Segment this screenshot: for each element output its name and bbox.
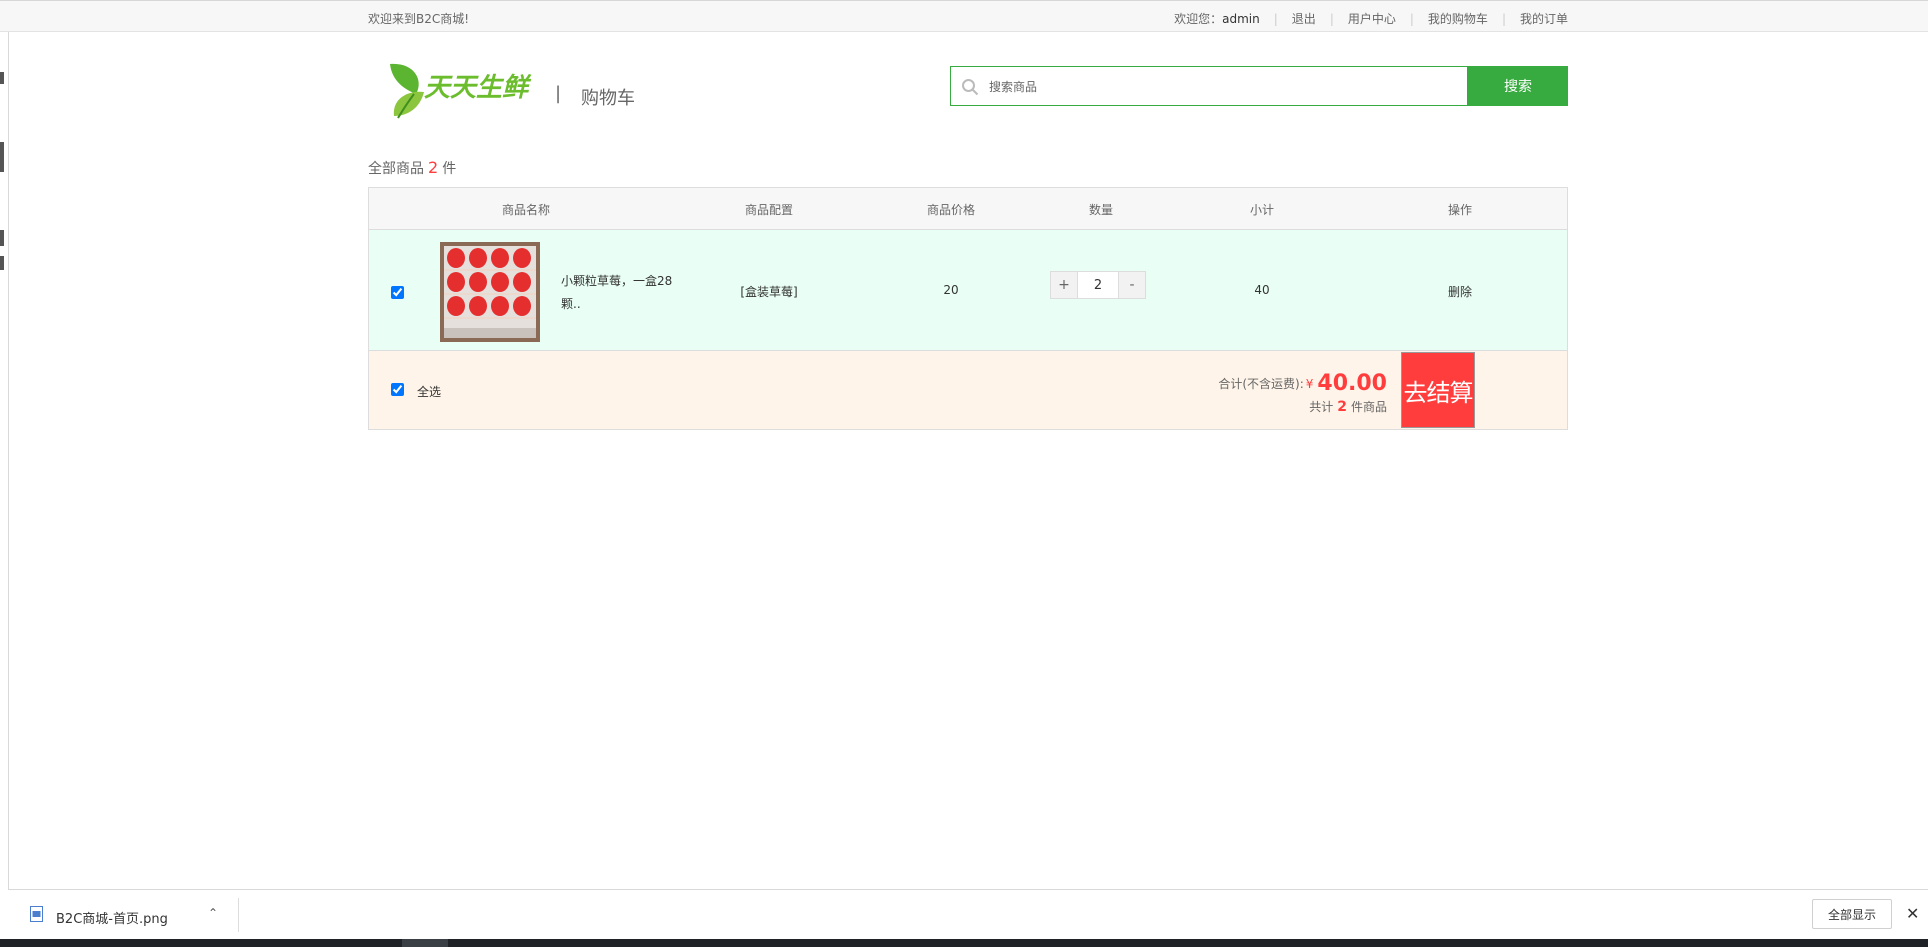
- header-separator: |: [555, 83, 562, 104]
- taskbar: [0, 939, 1928, 947]
- logo-text: 天天生鲜: [424, 73, 532, 103]
- total-summary: 合计(不含运费): ¥40.00: [1218, 371, 1387, 396]
- search-button[interactable]: 搜索: [1468, 66, 1568, 106]
- total-amount: 40.00: [1317, 371, 1387, 396]
- product-thumbnail[interactable]: [440, 242, 540, 342]
- product-price: 20: [943, 283, 959, 297]
- cart-count: 全部商品 2 件: [368, 158, 457, 177]
- product-subtotal: 40: [1254, 283, 1270, 297]
- column-header-name: 商品名称: [501, 203, 551, 217]
- greeting-label: 欢迎您：: [1174, 12, 1223, 26]
- item-checkbox[interactable]: [391, 286, 404, 299]
- search-input[interactable]: [987, 75, 1451, 99]
- table-row: 小颗粒草莓，一盒28颗.. [盒装草莓] 20 + 2 - 40 删除: [369, 230, 1567, 351]
- chevron-up-icon[interactable]: ⌃: [208, 906, 218, 920]
- user-center-link[interactable]: 用户中心: [1348, 10, 1396, 27]
- my-orders-link[interactable]: 我的订单: [1520, 10, 1568, 27]
- top-links: 欢迎您： admin | 退出 | 用户中心 | 我的购物车 | 我的订单: [1174, 10, 1568, 27]
- column-header-price: 商品价格: [926, 203, 976, 217]
- table-header: 商品名称 商品配置 商品价格 数量 小计 操作: [369, 188, 1567, 230]
- cart-count-number: 2: [428, 158, 439, 177]
- close-icon[interactable]: ✕: [1906, 904, 1919, 923]
- top-bar: 欢迎来到B2C商城! 欢迎您： admin | 退出 | 用户中心 | 我的购物…: [0, 0, 1928, 32]
- product-config: [盒装草莓]: [740, 285, 798, 299]
- download-bar: B2C商城-首页.png ⌃ 全部显示 ✕: [8, 889, 1928, 939]
- logout-link[interactable]: 退出: [1292, 10, 1316, 27]
- qty-increase-button[interactable]: +: [1050, 271, 1078, 299]
- cart-table: 商品名称 商品配置 商品价格 数量 小计 操作 小颗粒草莓，一盒28颗.. [盒…: [368, 187, 1568, 430]
- column-header-action: 操作: [1447, 203, 1473, 217]
- show-all-button[interactable]: 全部显示: [1812, 899, 1892, 929]
- currency-symbol: ¥: [1305, 377, 1314, 391]
- select-all-label[interactable]: 全选: [417, 383, 441, 400]
- checkout-button[interactable]: 去结算: [1401, 352, 1475, 428]
- image-file-icon: [30, 906, 43, 922]
- delete-link[interactable]: 删除: [1448, 283, 1472, 300]
- qty-decrease-button[interactable]: -: [1118, 271, 1146, 299]
- column-header-subtotal: 小计: [1249, 203, 1275, 217]
- left-window-edge: [0, 0, 9, 890]
- quantity-stepper: + 2 -: [1050, 271, 1146, 299]
- total-count-number: 2: [1337, 399, 1347, 415]
- qty-input[interactable]: 2: [1078, 271, 1118, 299]
- page-title: 购物车: [581, 88, 635, 109]
- cart-footer: 全选 合计(不含运费): ¥40.00 共计 2 件商品 去结算: [369, 351, 1567, 429]
- search-icon: [962, 79, 979, 96]
- column-header-qty: 数量: [1088, 203, 1114, 217]
- product-name[interactable]: 小颗粒草莓，一盒28颗..: [561, 270, 679, 316]
- select-all-checkbox[interactable]: [391, 383, 404, 396]
- download-filename[interactable]: B2C商城-首页.png: [56, 908, 168, 927]
- site-logo[interactable]: 天天生鲜: [384, 58, 536, 122]
- welcome-text: 欢迎来到B2C商城!: [368, 12, 470, 26]
- column-header-config: 商品配置: [744, 203, 794, 217]
- my-cart-link[interactable]: 我的购物车: [1428, 10, 1488, 27]
- username: admin: [1222, 11, 1260, 26]
- total-count: 共计 2 件商品: [1309, 399, 1387, 415]
- search-box: [950, 66, 1468, 106]
